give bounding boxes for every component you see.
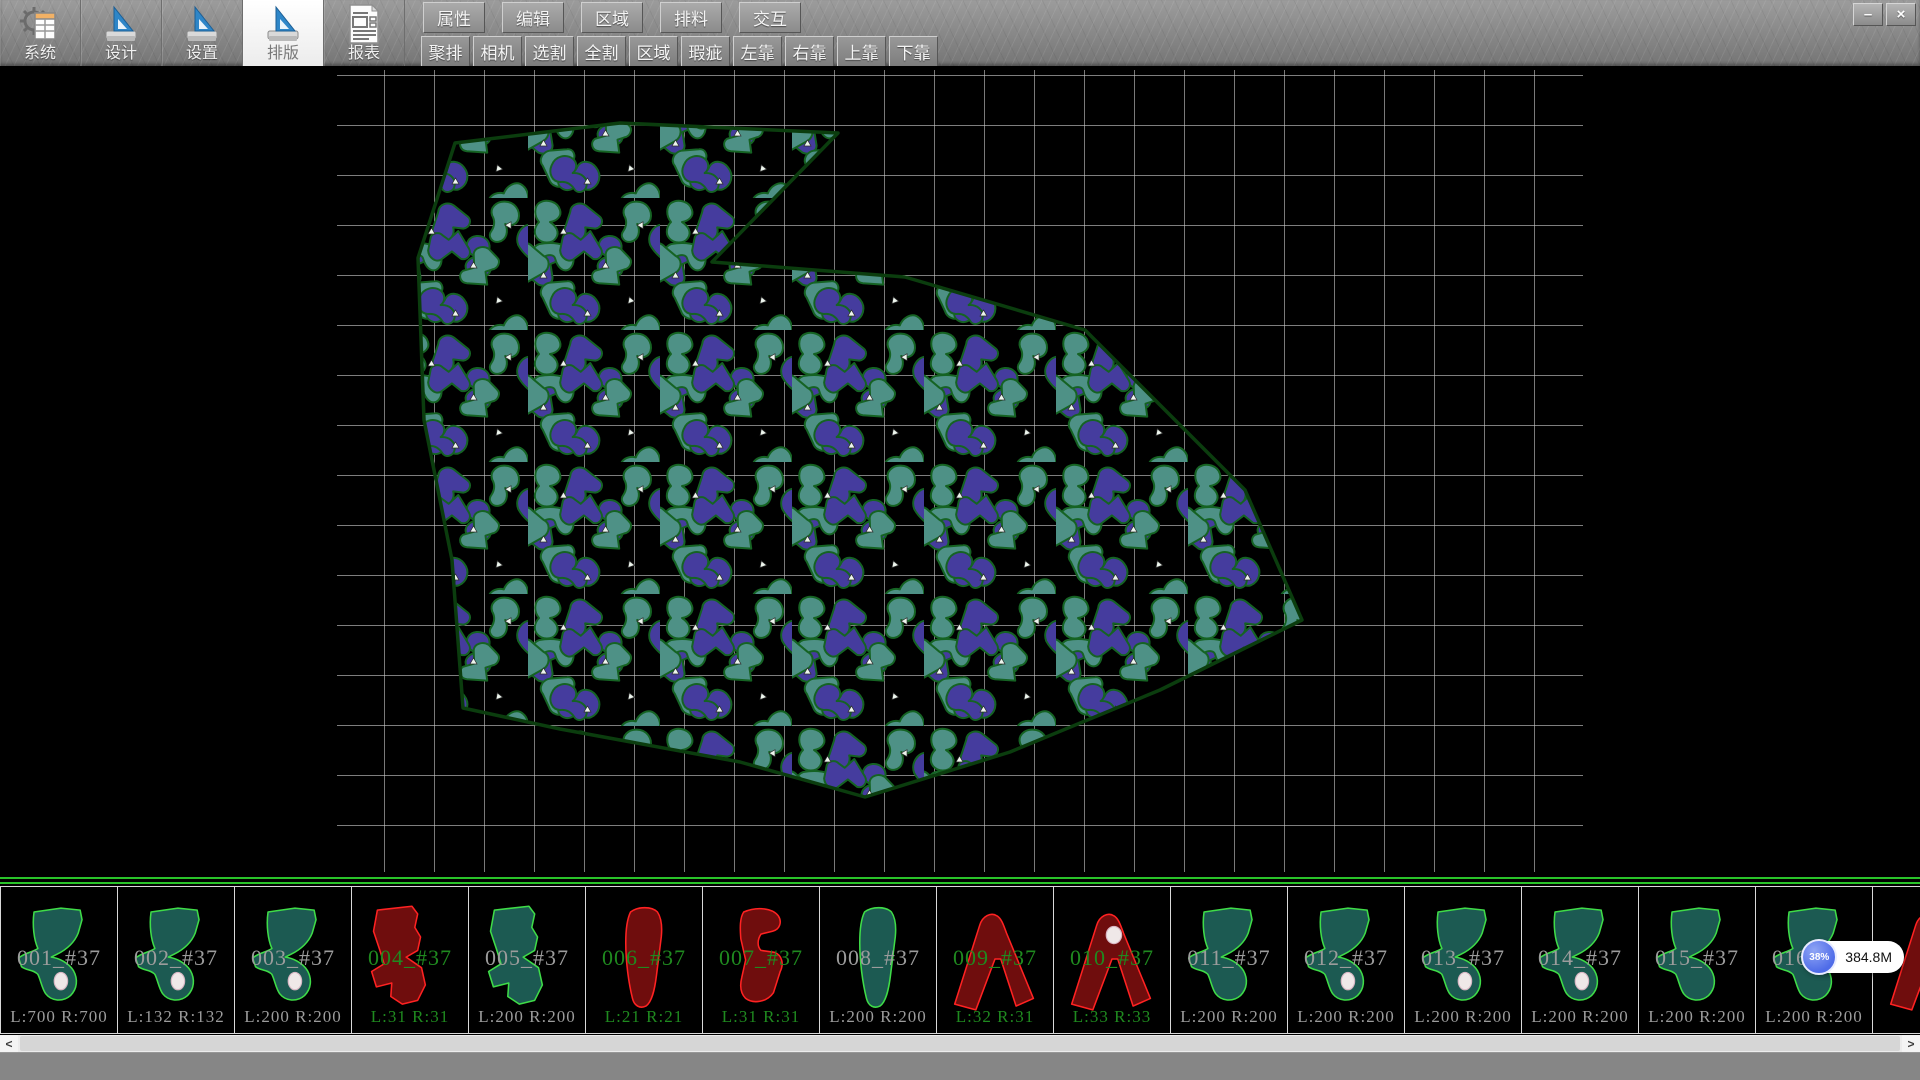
thumbnail-list: 001_#37 L:700 R:700 002_#37 L:132 R:132 … xyxy=(0,886,1920,1034)
system-gear-icon xyxy=(19,3,61,45)
tool-camera[interactable]: 相机 xyxy=(473,36,522,67)
tab-settings-label: 设置 xyxy=(186,45,218,63)
scroll-left-arrow-icon[interactable]: < xyxy=(0,1035,18,1052)
piece-name: 014_#37 xyxy=(1522,945,1638,971)
piece-lr-count: L:31 R:31 xyxy=(352,1007,468,1027)
menu-nesting[interactable]: 排料 xyxy=(660,2,722,33)
thumbnail-cell-006[interactable]: 006_#37 L:21 R:21 xyxy=(585,886,703,1034)
scroll-right-arrow-icon[interactable]: > xyxy=(1902,1035,1920,1052)
thumbnail-cell-004[interactable]: 004_#37 L:31 R:31 xyxy=(351,886,469,1034)
tab-settings[interactable]: 设置 xyxy=(162,0,243,66)
thumbnail-cell-010[interactable]: 010_#37 L:33 R:33 xyxy=(1053,886,1171,1034)
thumbnail-cell-011[interactable]: 011_#37 L:200 R:200 xyxy=(1170,886,1288,1034)
piece-name: 009_#37 xyxy=(937,945,1053,971)
tool-align-right[interactable]: 右靠 xyxy=(785,36,834,67)
thumbnail-cell-009[interactable]: 009_#37 L:32 R:31 xyxy=(936,886,1054,1034)
menu-edit[interactable]: 编辑 xyxy=(502,2,564,33)
piece-name: 010_#37 xyxy=(1054,945,1170,971)
nesting-canvas[interactable] xyxy=(0,66,1920,877)
piece-lr-count: L:132 R:132 xyxy=(118,1007,234,1027)
strip-divider xyxy=(0,882,1920,884)
tool-select-cut[interactable]: 选割 xyxy=(525,36,574,67)
minimize-button[interactable]: – xyxy=(1853,3,1883,26)
scrollbar-thumb[interactable] xyxy=(20,1036,1900,1051)
piece-name: 011_#37 xyxy=(1171,945,1287,971)
piece-lr-count: L:200 R:200 xyxy=(1288,1007,1404,1027)
menu-interact[interactable]: 交互 xyxy=(739,2,801,33)
tool-region[interactable]: 区域 xyxy=(629,36,678,67)
set-square-icon xyxy=(100,3,142,45)
piece-lr-count: L:31 R:31 xyxy=(703,1007,819,1027)
memory-usage-badge: 38% 384.8M xyxy=(1803,941,1904,973)
close-button[interactable]: × xyxy=(1886,3,1916,26)
window-controls: – × xyxy=(1853,3,1916,26)
thumbnail-cell-003[interactable]: 003_#37 L:200 R:200 xyxy=(234,886,352,1034)
piece-lr-count: L:32 R:31 xyxy=(937,1007,1053,1027)
thumbnail-cell-014[interactable]: 014_#37 L:200 R:200 xyxy=(1521,886,1639,1034)
status-bar xyxy=(0,1052,1920,1080)
thumbnail-cell-015[interactable]: 015_#37 L:200 R:200 xyxy=(1638,886,1756,1034)
thumbnail-cell-005[interactable]: 005_#37 L:200 R:200 xyxy=(468,886,586,1034)
menu-properties[interactable]: 属性 xyxy=(423,2,485,33)
piece-name: 002_#37 xyxy=(118,945,234,971)
tool-align-bottom[interactable]: 下靠 xyxy=(889,36,938,67)
tool-align-left[interactable]: 左靠 xyxy=(733,36,782,67)
canvas-drawing xyxy=(0,66,1920,877)
piece-name: 003_#37 xyxy=(235,945,351,971)
piece-lr-count: L:200 R:200 xyxy=(1639,1007,1755,1027)
tab-system-label: 系统 xyxy=(24,45,56,63)
memory-value: 384.8M xyxy=(1837,949,1904,965)
piece-lr-count: L:21 R:21 xyxy=(586,1007,702,1027)
piece-name: 005_#37 xyxy=(469,945,585,971)
tab-system[interactable]: 系统 xyxy=(0,0,81,66)
piece-lr-count: L:200 R:200 xyxy=(1171,1007,1287,1027)
thumbnail-cell-002[interactable]: 002_#37 L:132 R:132 xyxy=(117,886,235,1034)
tab-nesting-label: 排版 xyxy=(267,45,299,63)
piece-name: 015_#37 xyxy=(1639,945,1755,971)
piece-lr-count: L:200 R:200 xyxy=(1522,1007,1638,1027)
tab-nesting[interactable]: 排版 xyxy=(243,0,324,66)
thumbnail-cell-008[interactable]: 008_#37 L:200 R:200 xyxy=(819,886,937,1034)
piece-thumbnail-strip: 001_#37 L:700 R:700 002_#37 L:132 R:132 … xyxy=(0,877,1920,1035)
piece-lr-count: L:200 R:200 xyxy=(1405,1007,1521,1027)
thumbnail-cell-001[interactable]: 001_#37 L:700 R:700 xyxy=(0,886,118,1034)
piece-lr-count: L:700 R:700 xyxy=(1,1007,117,1027)
tab-design-label: 设计 xyxy=(105,45,137,63)
tool-cut-all[interactable]: 全割 xyxy=(577,36,626,67)
tab-design[interactable]: 设计 xyxy=(81,0,162,66)
piece-lr-count: L:200 R:200 xyxy=(235,1007,351,1027)
set-square-icon xyxy=(262,3,304,45)
titlebar: 系统 设计 设置 xyxy=(0,0,1920,66)
piece-name: 004_#37 xyxy=(352,945,468,971)
piece-name: 013_#37 xyxy=(1405,945,1521,971)
piece-lr-count: L:200 R:200 xyxy=(469,1007,585,1027)
piece-name: 006_#37 xyxy=(586,945,702,971)
set-square-icon xyxy=(181,3,223,45)
tab-report-label: 报表 xyxy=(348,45,380,63)
tab-report[interactable]: 报表 xyxy=(324,0,405,66)
horizontal-scrollbar[interactable]: < > xyxy=(0,1035,1920,1052)
piece-name: 007_#37 xyxy=(703,945,819,971)
piece-lr-count: L:200 R:200 xyxy=(1756,1007,1872,1027)
tool-align-top[interactable]: 上靠 xyxy=(837,36,886,67)
cpu-percent-indicator: 38% xyxy=(1801,939,1837,975)
piece-name: 008_#37 xyxy=(820,945,936,971)
piece-name: 001_#37 xyxy=(1,945,117,971)
piece-lr-count: L:200 R:200 xyxy=(820,1007,936,1027)
tool-cluster-nest[interactable]: 聚排 xyxy=(421,36,470,67)
menu-row-tools: 聚排 相机 选割 全割 区域 瑕疵 左靠 右靠 上靠 下靠 xyxy=(421,36,941,67)
menu-region[interactable]: 区域 xyxy=(581,2,643,33)
main-tab-bar: 系统 设计 设置 xyxy=(0,0,405,66)
menu-row-primary: 属性 编辑 区域 排料 交互 xyxy=(423,2,818,33)
tool-defect[interactable]: 瑕疵 xyxy=(681,36,730,67)
piece-lr-count: L:33 R:33 xyxy=(1054,1007,1170,1027)
piece-name: 012_#37 xyxy=(1288,945,1404,971)
thumbnail-cell-007[interactable]: 007_#37 L:31 R:31 xyxy=(702,886,820,1034)
report-document-icon xyxy=(343,3,385,45)
thumbnail-cell-013[interactable]: 013_#37 L:200 R:200 xyxy=(1404,886,1522,1034)
thumbnail-cell-012[interactable]: 012_#37 L:200 R:200 xyxy=(1287,886,1405,1034)
